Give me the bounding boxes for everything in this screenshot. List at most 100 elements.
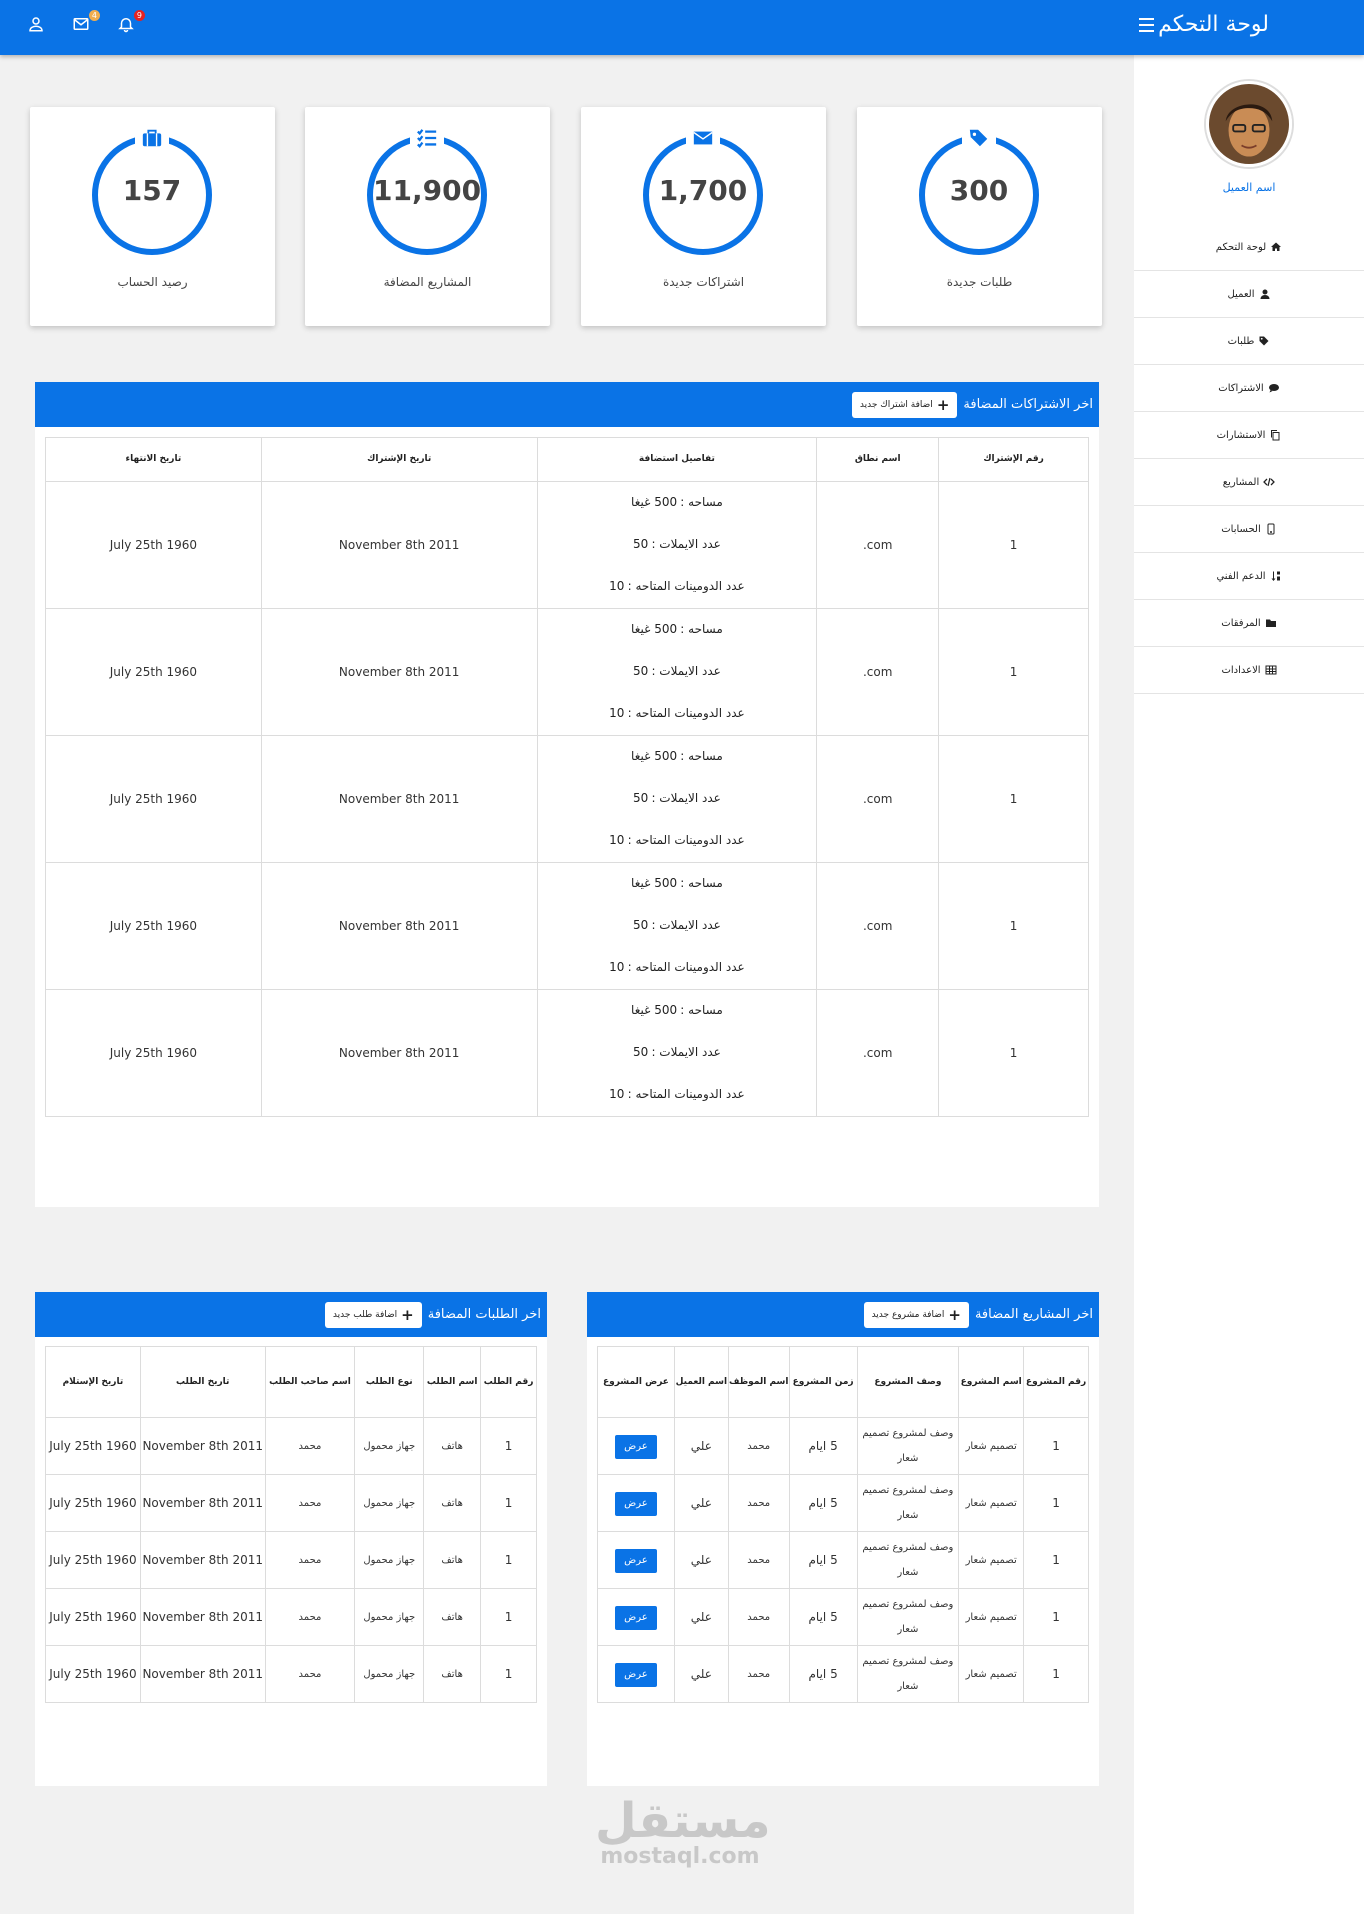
stat-label: رصيد الحساب <box>117 275 188 289</box>
sidebar-item-orders[interactable]: طلبات <box>1134 318 1364 365</box>
tasks-icon <box>410 125 444 151</box>
disk-space: مساحه : 500 غيغا <box>538 990 817 1032</box>
view-project-button[interactable]: عرض <box>615 1549 657 1573</box>
project-name: تصميم شعار <box>958 1417 1025 1475</box>
sidebar-item-label: المرفقات <box>1221 617 1261 629</box>
project-id: 1 <box>1023 1645 1089 1703</box>
email-count-label: عدد الايملات : <box>651 1045 721 1059</box>
project-id: 1 <box>1023 1417 1089 1475</box>
email-count: عدد الايملات : 50 <box>538 905 817 947</box>
code-icon <box>1263 477 1276 487</box>
subscription-date: November 8th 2011 <box>260 989 538 1117</box>
received-date: July 25th 1960 <box>45 1645 141 1703</box>
subscription-id: 1 <box>938 989 1089 1117</box>
column-header: اسم صاحب الطلب <box>264 1346 356 1418</box>
menu-toggle-icon[interactable] <box>1139 18 1154 34</box>
disk-space-label: مساحه : <box>680 622 723 636</box>
sidebar-item-label: الاشتراكات <box>1218 382 1264 394</box>
sidebar-item-client[interactable]: العميل <box>1134 271 1364 318</box>
page-title: لوحة التحكم <box>1158 12 1269 37</box>
bell-icon <box>118 18 134 33</box>
order-name: هاتف <box>423 1588 482 1646</box>
view-project-button[interactable]: عرض <box>615 1435 657 1459</box>
column-header: رقم المشروع <box>1023 1346 1089 1418</box>
email-count-label: عدد الايملات : <box>651 918 721 932</box>
add-subscription-button[interactable]: + اضافة اشتراك جديد <box>851 391 958 418</box>
table-row: 1 تصميم شعار وصف لمشروع تصميم شعار 5 ايام مح… <box>597 1417 1089 1475</box>
order-owner: محمد <box>264 1531 356 1589</box>
messages-button[interactable]: 4 <box>72 10 100 37</box>
sidebar-item-consultations[interactable]: الاستشارات <box>1134 412 1364 459</box>
project-view-cell: عرض <box>597 1645 675 1703</box>
avatar[interactable] <box>1206 81 1292 167</box>
domain-count: عدد الدومينات المتاحه : 10 <box>538 1074 817 1116</box>
column-header: اسم نطاق <box>816 437 940 482</box>
project-id: 1 <box>1023 1531 1089 1589</box>
envelope-icon <box>73 18 89 30</box>
client-name[interactable]: اسم العميل <box>1134 181 1364 194</box>
sort-icon <box>1271 571 1280 581</box>
stat-card-account-balance: 157 رصيد الحساب <box>30 107 275 326</box>
project-id: 1 <box>1023 1474 1089 1532</box>
orders-panel-title: اخر الطلبات المضافة <box>427 1307 541 1322</box>
email-count: عدد الايملات : 50 <box>538 524 817 566</box>
hosting-details: مساحه : 500 غيغا عدد الايملات : 50 عدد الد… <box>536 481 818 609</box>
subscriptions-panel-header: اخر الاشتراكات المضافة + اضافة اشتراك جدي… <box>35 382 1099 427</box>
orders-panel-header: اخر الطلبات المضافة + اضافة طلب جديد <box>35 1292 547 1337</box>
expiry-date: July 25th 1960 <box>45 862 262 990</box>
projects-panel-title: اخر المشاريع المضافة <box>974 1307 1093 1322</box>
project-description: وصف لمشروع تصميم شعار <box>856 1531 960 1589</box>
domain-count-label: عدد الدومينات المتاحه : <box>627 960 745 974</box>
sidebar-item-attachments[interactable]: المرفقات <box>1134 600 1364 647</box>
column-header: تاريخ الإستلام <box>45 1346 141 1418</box>
view-project-button[interactable]: عرض <box>615 1492 657 1516</box>
comment-icon <box>1268 384 1279 393</box>
domain-count-label: عدد الدومينات المتاحه : <box>627 706 745 720</box>
column-header: رقم الإشتراك <box>938 437 1089 482</box>
expiry-date: July 25th 1960 <box>45 989 262 1117</box>
subscription-id: 1 <box>938 481 1089 609</box>
disk-space-label: مساحه : <box>680 495 723 509</box>
user-icon[interactable] <box>27 15 49 37</box>
hosting-details: مساحه : 500 غيغا عدد الايملات : 50 عدد الد… <box>536 862 818 990</box>
stat-label: المشاريع المضافة <box>383 275 472 289</box>
notifications-button[interactable]: 9 <box>117 10 145 37</box>
sidebar-item-support[interactable]: الدعم الفني <box>1134 553 1364 600</box>
order-type: جهاز محمول <box>354 1474 425 1532</box>
stat-ring: 1,700 <box>643 135 763 255</box>
table-icon <box>1265 665 1277 675</box>
sidebar-item-dashboard[interactable]: لوحة التحكم <box>1134 224 1364 271</box>
expiry-date: July 25th 1960 <box>45 735 262 863</box>
order-date: November 8th 2011 <box>139 1417 266 1475</box>
stat-ring: 157 <box>92 135 212 255</box>
domain-name: com. <box>816 989 940 1117</box>
subscription-date: November 8th 2011 <box>260 735 538 863</box>
table-row: 1 تصميم شعار وصف لمشروع تصميم شعار 5 ايام مح… <box>597 1645 1089 1703</box>
sidebar-item-subscriptions[interactable]: الاشتراكات <box>1134 365 1364 412</box>
project-duration: 5 ايام <box>788 1474 858 1532</box>
order-date: November 8th 2011 <box>139 1474 266 1532</box>
disk-space-value: 500 غيغا <box>631 622 678 636</box>
stat-label: طلبات جديدة <box>946 275 1013 289</box>
received-date: July 25th 1960 <box>45 1588 141 1646</box>
add-project-button[interactable]: + اضافة مشروع جديد <box>863 1301 969 1328</box>
view-project-button[interactable]: عرض <box>615 1663 657 1687</box>
sidebar-item-settings[interactable]: الاعدادات <box>1134 647 1364 694</box>
view-project-button[interactable]: عرض <box>615 1606 657 1630</box>
hosting-details: مساحه : 500 غيغا عدد الايملات : 50 عدد الد… <box>536 735 818 863</box>
table-row: 1 هاتف جهاز محمول محمد November 8th 2011 July… <box>45 1417 537 1475</box>
domain-count-value: 10 <box>609 706 625 720</box>
table-row: 1 تصميم شعار وصف لمشروع تصميم شعار 5 ايام مح… <box>597 1531 1089 1589</box>
disk-space-label: مساحه : <box>680 876 723 890</box>
add-order-label: اضافة طلب جديد <box>332 1309 398 1320</box>
sidebar-item-accounts[interactable]: الحسابات <box>1134 506 1364 553</box>
sidebar-item-label: الحسابات <box>1221 523 1261 535</box>
domain-count-label: عدد الدومينات المتاحه : <box>627 833 745 847</box>
sidebar-item-projects[interactable]: المشاريع <box>1134 459 1364 506</box>
domain-name: com. <box>816 481 940 609</box>
add-order-button[interactable]: + اضافة طلب جديد <box>324 1301 422 1328</box>
notifications-badge: 9 <box>133 10 145 21</box>
email-count-value: 50 <box>632 791 649 805</box>
stat-label: اشتراكات جديدة <box>662 275 745 289</box>
column-header: اسم المشروع <box>958 1346 1025 1418</box>
